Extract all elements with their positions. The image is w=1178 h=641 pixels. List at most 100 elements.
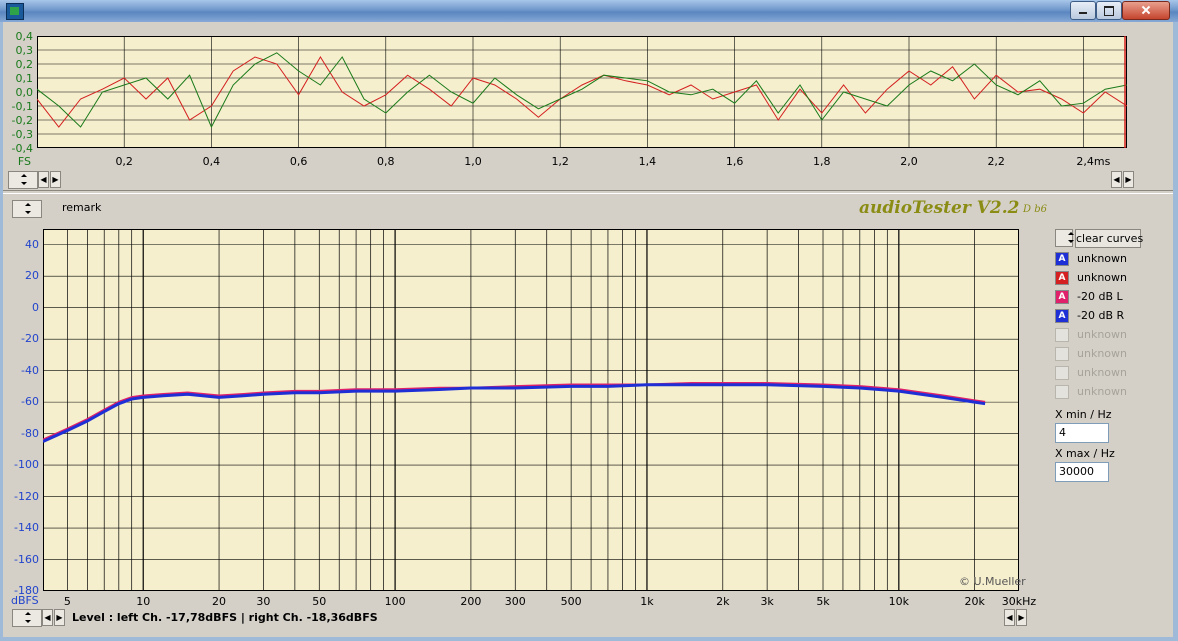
legend-color-swatch[interactable] [1055, 366, 1069, 380]
spectrum-x-tick-label: 5 [63, 595, 71, 608]
spectrum-y-tick-label: -80 [21, 426, 39, 440]
spectrum-x-tick-label: 100 [384, 595, 406, 608]
legend-spinner[interactable] [1055, 229, 1074, 247]
scope-y-tick-label: 0,2 [15, 58, 34, 71]
spectrum-x-tick-label: 5k [816, 595, 830, 608]
spectrum-x-tick-label: 20 [212, 595, 227, 608]
scope-x-tick-label: 1,6 [725, 155, 744, 168]
spectrum-y-tick-label: 20 [25, 269, 39, 283]
scope-x-tick-label: 0,2 [115, 155, 133, 168]
legend-item[interactable]: unknown [1055, 384, 1155, 401]
legend-color-swatch[interactable] [1055, 347, 1069, 361]
spectrum-x-tick-label: 20k [964, 595, 985, 608]
legend-item[interactable]: unknown [1055, 327, 1155, 344]
legend-item-label: unknown [1077, 271, 1127, 284]
spectrum-y-tick-label: 0 [32, 300, 39, 314]
spectrum-x-tick-label: 30 [256, 595, 271, 608]
spectrum-x-tick-label: 50 [312, 595, 327, 608]
scope-right-scroll-right-button[interactable]: ▶ [1123, 171, 1134, 188]
legend-item[interactable]: Aunknown [1055, 251, 1155, 268]
legend-item-label: unknown [1077, 328, 1127, 341]
spectrum-x-tick-label: 10k [888, 595, 910, 608]
spectrum-x-tick-label: 10 [136, 595, 151, 608]
legend-color-swatch[interactable] [1055, 385, 1069, 399]
spectrum-zoom-spinner[interactable] [12, 609, 42, 627]
app-window: 0,4 0,3 0,2 0,1 0,0 -0,1 -0,2 -0,3 -0,4 FS 0,2 0,… [0, 0, 1178, 641]
spectrum-y-tick-label: -40 [21, 363, 39, 377]
spectrum-right-scroll-left-button[interactable]: ◀ [1004, 609, 1015, 626]
level-status: Level : left Ch. -17,78dBFS | right Ch. … [72, 611, 378, 624]
legend-color-swatch[interactable]: A [1055, 309, 1069, 323]
spectrum-x-tick-label: 3k [760, 595, 774, 608]
scope-chart [36, 35, 1128, 149]
spectrum-y-tick-label: -60 [21, 395, 39, 409]
scope-scroll-left-button[interactable]: ◀ [38, 171, 49, 188]
legend-item[interactable]: unknown [1055, 346, 1155, 363]
scope-y-unit: FS [17, 155, 31, 168]
legend-color-swatch[interactable]: A [1055, 290, 1069, 304]
legend-item[interactable]: Aunknown [1055, 270, 1155, 287]
title-bar [0, 0, 1178, 22]
copyright-label: © U.Mueller [959, 575, 1026, 588]
spectrum-y-spinner[interactable] [12, 200, 42, 218]
spectrum-y-tick-label: -120 [14, 489, 39, 503]
spectrum-x-tick-label: 1k [640, 595, 654, 608]
scope-right-scroll-left-button[interactable]: ◀ [1111, 171, 1122, 188]
close-button[interactable] [1122, 1, 1170, 20]
clear-curves-button[interactable]: clear curves [1075, 229, 1143, 248]
spectrum-y-tick-label: -160 [14, 552, 39, 566]
scope-scroll-right-button[interactable]: ▶ [50, 171, 61, 188]
window-border-right [1173, 22, 1178, 641]
brand-title: audioTester V2.2 [859, 198, 1020, 218]
spectrum-x-tick-label: 200 [460, 595, 482, 608]
xmax-input[interactable]: 30000 [1055, 462, 1109, 482]
legend-item[interactable]: A -20 dB L [1055, 289, 1155, 306]
scope-x-tick-label: 1,8 [813, 155, 831, 168]
spectrum-y-tick-label: -100 [14, 458, 39, 472]
xmin-label: X min / Hz [1055, 408, 1112, 421]
scope-y-tick-label: -0,2 [11, 114, 33, 127]
scope-x-tick-label: 2,0 [900, 155, 918, 168]
scope-x-tick-label: 2,2 [987, 155, 1005, 168]
legend-color-swatch[interactable] [1055, 328, 1069, 342]
legend-color-swatch[interactable]: A [1055, 271, 1069, 285]
scope-y-tick-label: -0,4 [11, 142, 33, 155]
scope-x-tick-label: 1,4 [638, 155, 657, 168]
scope-plot [36, 35, 1128, 149]
legend-item-label: unknown [1077, 347, 1127, 360]
legend-item-label: -20 dB L [1077, 290, 1123, 303]
legend-item-label: unknown [1077, 252, 1127, 265]
scope-x-tick-label: 0,6 [289, 155, 308, 168]
panel-divider [3, 190, 1173, 194]
brand-version: D b6 [1023, 204, 1047, 215]
spectrum-y-tick-label: 40 [25, 237, 39, 251]
xmax-label: X max / Hz [1055, 447, 1115, 460]
scope-y-tick-label: 0,4 [15, 30, 34, 43]
xmin-input[interactable]: 4 [1055, 423, 1109, 443]
scope-x-tick-label: 1,2 [551, 155, 569, 168]
spectrum-series-left [42, 381, 986, 442]
spectrum-frame [43, 229, 1019, 591]
legend-item[interactable]: A -20 dB R [1055, 308, 1155, 325]
scope-x-tick-label: 0,4 [202, 155, 221, 168]
minimize-button[interactable] [1070, 1, 1096, 20]
scope-zoom-spinner[interactable] [8, 171, 38, 189]
scope-y-tick-label: 0,3 [15, 44, 34, 57]
spectrum-x-tick-label: 500 [560, 595, 582, 608]
legend-color-swatch[interactable]: A [1055, 252, 1069, 266]
maximize-button[interactable] [1096, 1, 1122, 20]
spectrum-right-scroll-right-button[interactable]: ▶ [1016, 609, 1027, 626]
scope-x-tick-label: 2,4ms [1076, 155, 1111, 168]
spectrum-y-unit: dBFS [11, 594, 39, 607]
legend-item-label: unknown [1077, 385, 1127, 398]
client-area: 0,4 0,3 0,2 0,1 0,0 -0,1 -0,2 -0,3 -0,4 FS 0,2 0,… [3, 22, 1173, 637]
scope-y-tick-label: 0,1 [15, 72, 34, 85]
window-border-bottom [0, 637, 1178, 641]
spectrum-scroll-right-button[interactable]: ▶ [54, 609, 65, 626]
spectrum-scroll-left-button[interactable]: ◀ [42, 609, 53, 626]
legend-item-label: unknown [1077, 366, 1127, 379]
legend-item[interactable]: unknown [1055, 365, 1155, 382]
scope-x-tick-label: 1,0 [464, 155, 482, 168]
spectrum-y-tick-label: -20 [21, 332, 39, 346]
app-icon[interactable] [6, 3, 24, 20]
